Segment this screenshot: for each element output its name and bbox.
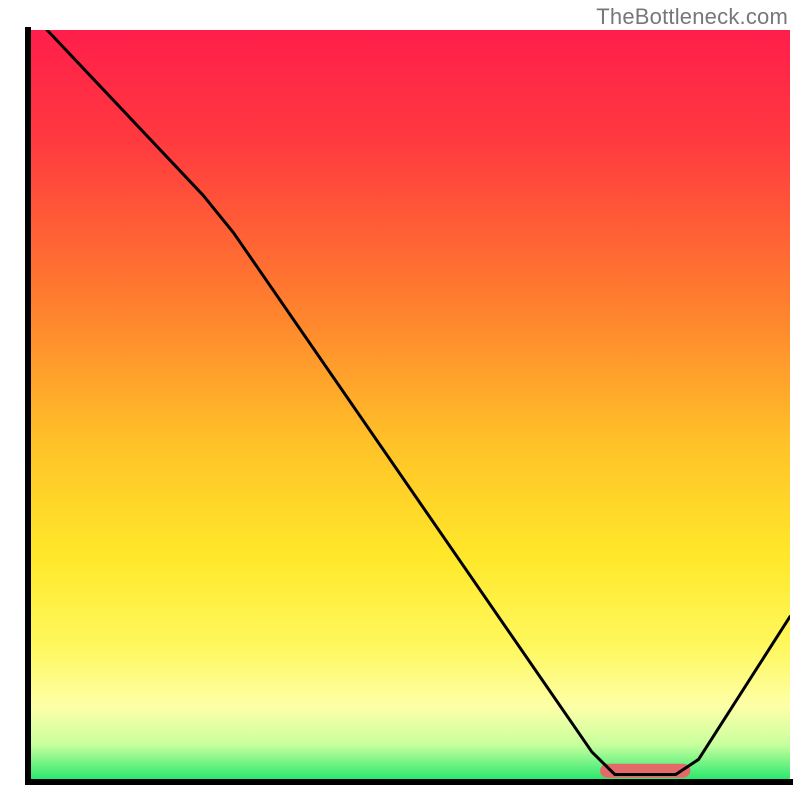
watermark-text: TheBottleneck.com [596,4,788,30]
plot-background [28,30,790,782]
bottleneck-chart [0,0,800,800]
chart-container: TheBottleneck.com [0,0,800,800]
